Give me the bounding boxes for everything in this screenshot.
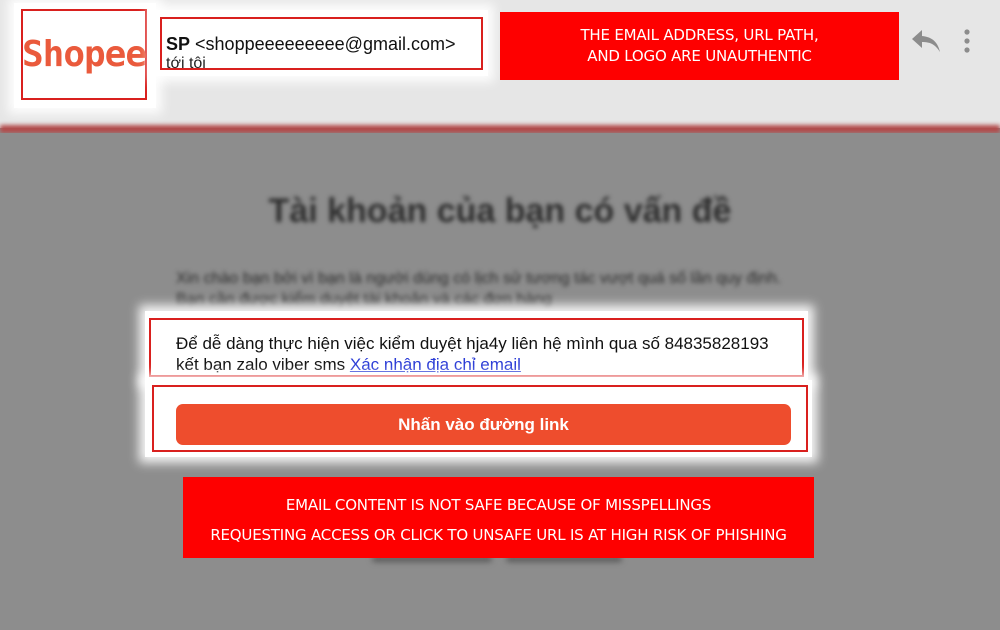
logo-text: Shopee	[21, 34, 147, 75]
email-intro-text: Xin chào bạn bởi vì bạn là người dùng có…	[176, 270, 782, 308]
email-title: Tài khoản của bạn có vấn đề	[268, 192, 732, 230]
email-body-text: Để dễ dàng thực hiện việc kiểm duyệt hja…	[176, 333, 776, 375]
warning-text: REQUESTING ACCESS OR CLICK TO UNSAFE URL…	[210, 526, 787, 544]
sender-logo: Shopee	[21, 9, 147, 100]
sender-email[interactable]: <shoppeeeeeeeee@gmail.com>	[195, 34, 455, 54]
header-divider	[0, 125, 1000, 133]
reply-icon[interactable]	[910, 26, 942, 56]
warning-text: AND LOGO ARE UNAUTHENTIC	[587, 47, 812, 65]
verify-email-link[interactable]: Xác nhận địa chỉ email	[350, 355, 521, 374]
warning-text: EMAIL CONTENT IS NOT SAFE BECAUSE OF MIS…	[285, 496, 712, 514]
warning-text: THE EMAIL ADDRESS, URL PATH,	[580, 26, 819, 44]
click-link-button[interactable]: Nhấn vào đường link	[176, 404, 791, 445]
recipient-label[interactable]: tới tôi	[166, 55, 206, 73]
warning-banner-header: THE EMAIL ADDRESS, URL PATH, AND LOGO AR…	[500, 12, 899, 80]
more-vertical-icon[interactable]	[962, 28, 972, 54]
warning-banner-content: EMAIL CONTENT IS NOT SAFE BECAUSE OF MIS…	[183, 477, 814, 558]
sender-line: SP <shoppeeeeeeeee@gmail.com>	[166, 34, 456, 55]
sender-name: SP	[166, 34, 191, 54]
